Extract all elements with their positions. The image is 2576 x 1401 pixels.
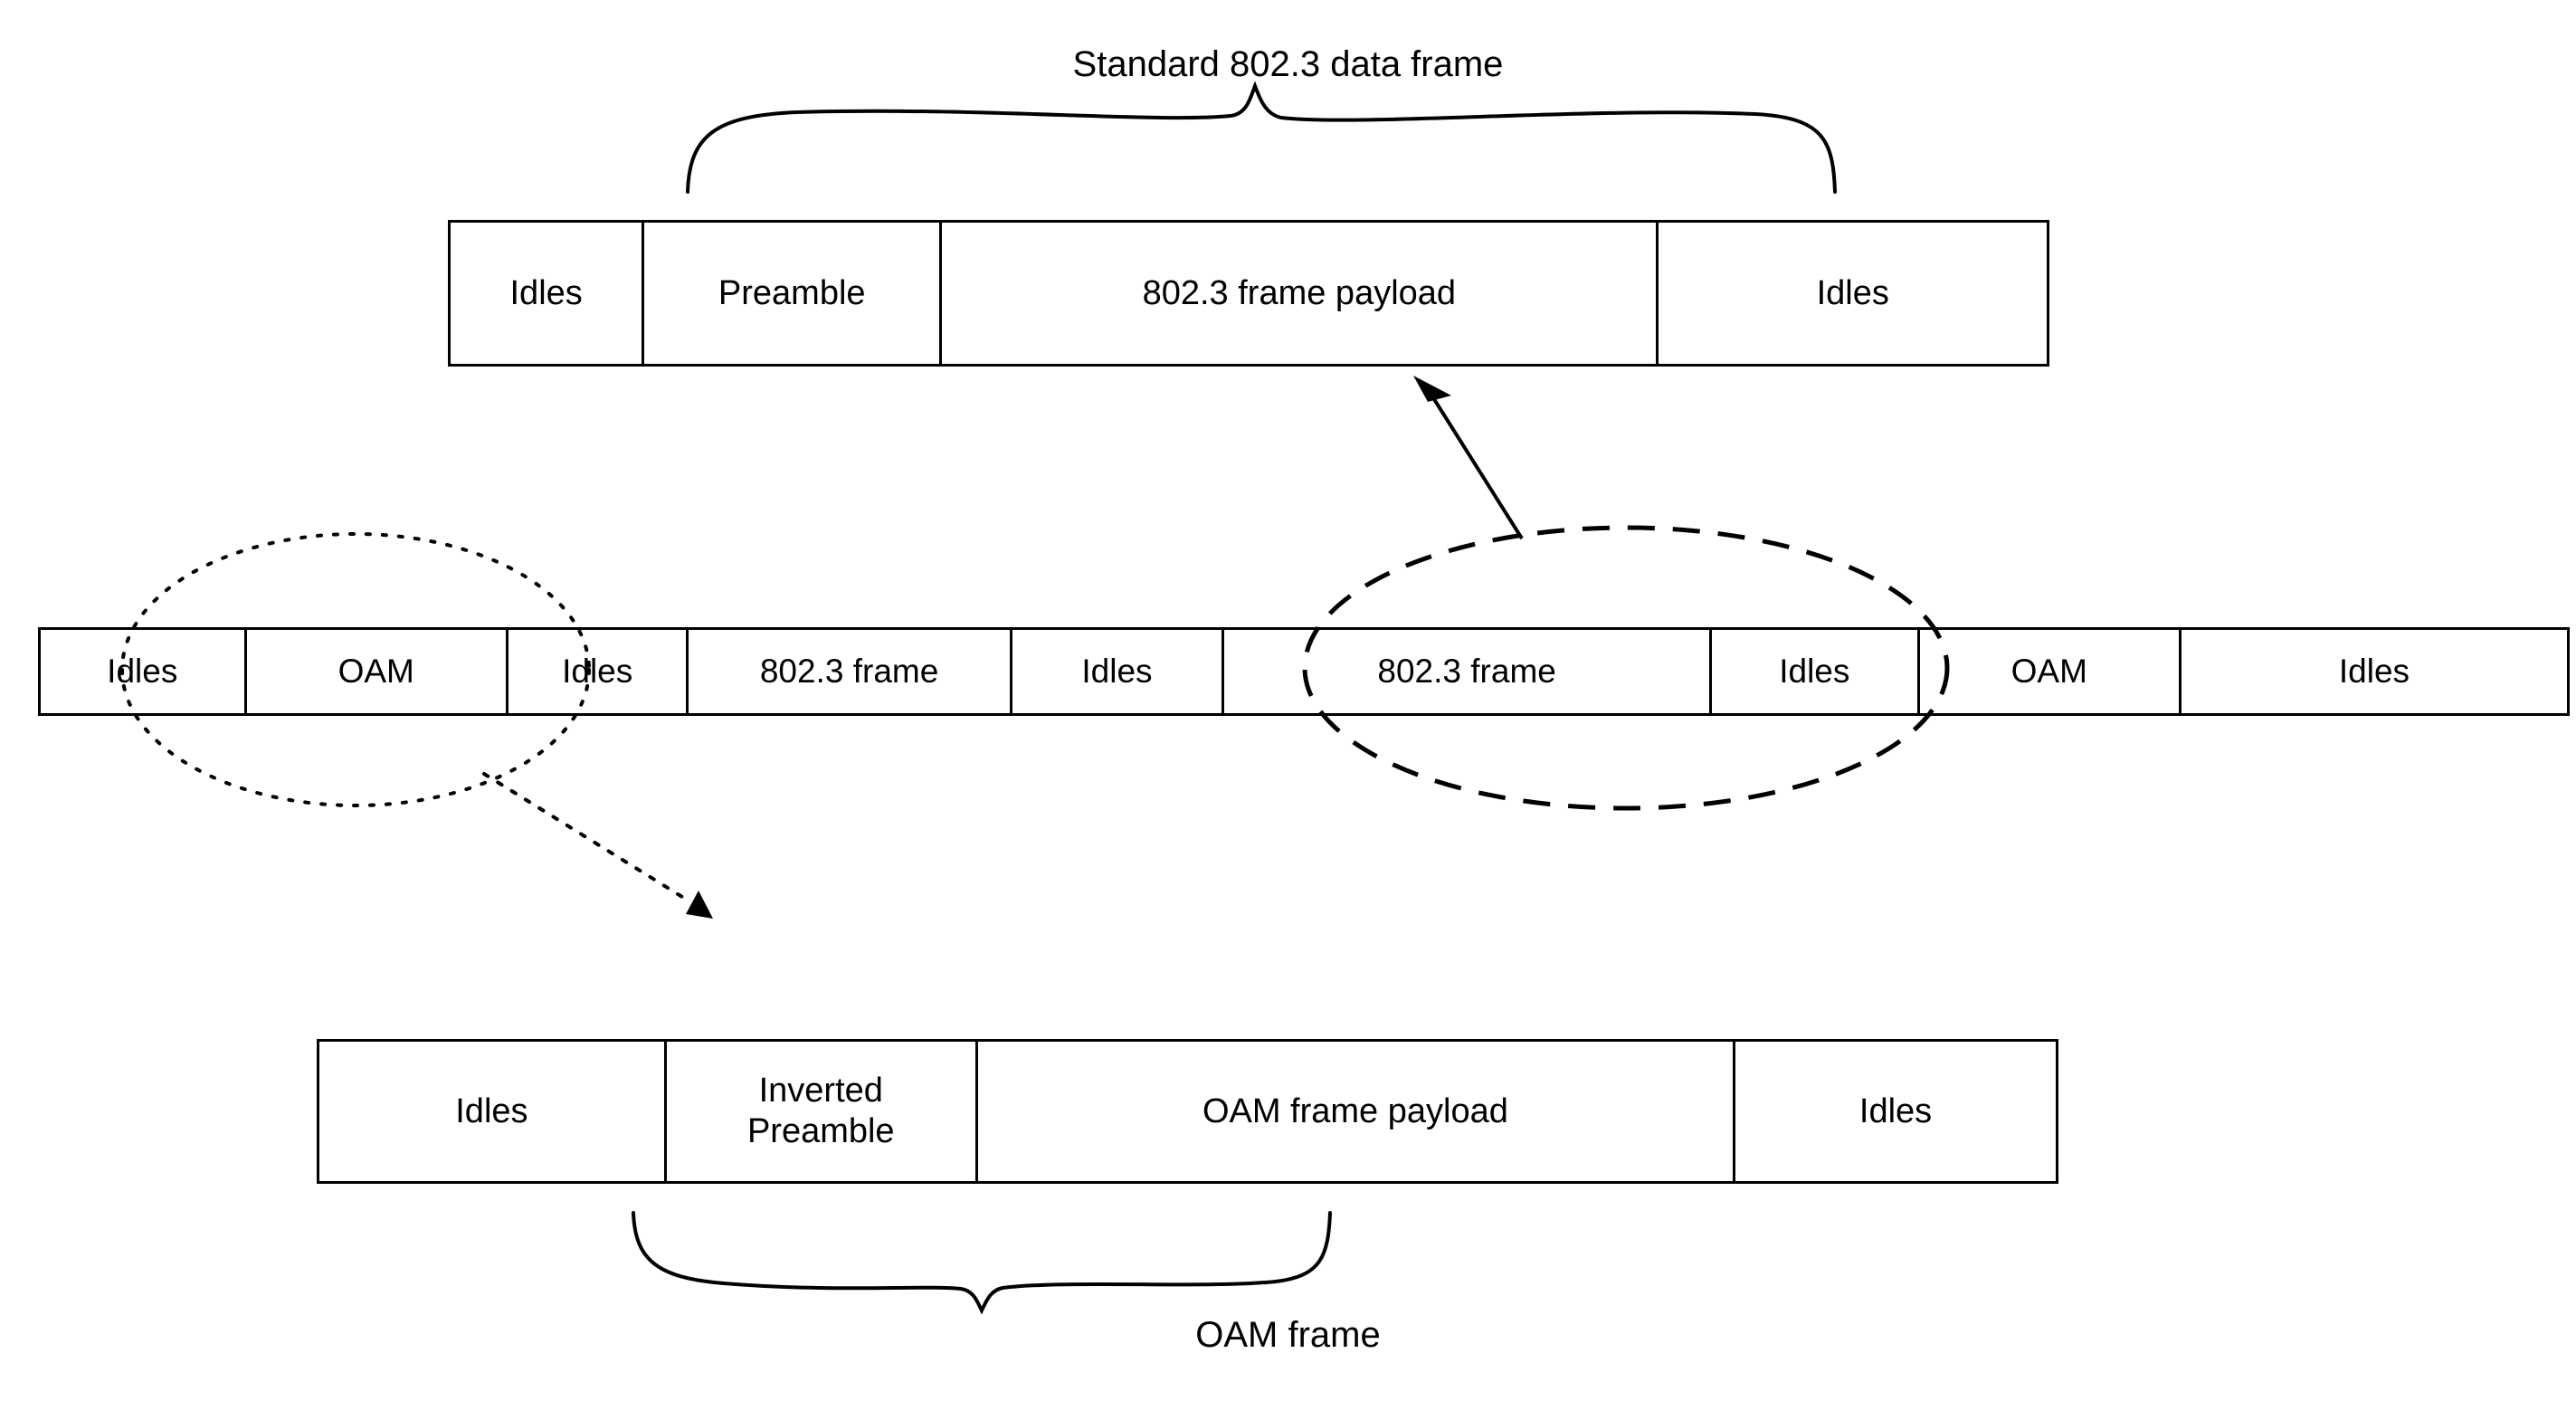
stream-cell-idles-5: Idles <box>2338 653 2410 691</box>
bottom-frame-cell-inverted-preamble: Inverted Preamble <box>667 1042 978 1181</box>
stream-cell-oam-2: OAM <box>1920 630 2182 713</box>
bottom-frame-cell-oam-payload: OAM frame payload <box>978 1042 1736 1181</box>
top-brace-label: Standard 802.3 data frame <box>1072 44 1504 84</box>
stream-cell-idles-3: Idles <box>1012 630 1225 713</box>
stream-cell-idles-2: Idles <box>509 630 689 713</box>
stream-cell-idles-4: Idles <box>1712 630 1920 713</box>
oam-frame-detail-row: Idles Inverted Preamble OAM frame payloa… <box>317 1039 2058 1184</box>
data-frame-expand-arrowhead <box>1413 376 1451 402</box>
bottom-frame-cell-idles-right: Idles <box>1858 1091 1933 1130</box>
top-frame-cell-idles-right: Idles <box>1816 273 1889 312</box>
top-frame-cell-idles-left: Idles <box>451 223 645 364</box>
bottom-curly-brace <box>632 1211 1332 1315</box>
top-curly-brace <box>686 81 1837 194</box>
oam-frame-expand-arrowhead <box>686 891 713 919</box>
stream-cell-data-frame-1: 802.3 frame <box>689 630 1012 713</box>
patent-diagram-canvas: Standard 802.3 data frame Idles Preamble… <box>0 0 2576 1401</box>
stream-cell-data-frame-2: 802.3 frame <box>1224 630 1713 713</box>
bottom-frame-cell-idles-left: Idles <box>319 1042 667 1181</box>
oam-frame-expand-arrow-line <box>482 772 691 903</box>
mixed-stream-row: Idles OAM Idles 802.3 frame Idles 802.3 … <box>38 627 2570 716</box>
standard-802-3-data-frame-row: Idles Preamble 802.3 frame payload Idles <box>448 220 2049 367</box>
stream-cell-oam-1: OAM <box>247 630 509 713</box>
stream-cell-idles-1: Idles <box>41 630 247 713</box>
top-frame-cell-payload: 802.3 frame payload <box>942 223 1659 364</box>
top-frame-cell-preamble: Preamble <box>644 223 943 364</box>
bottom-brace-label: OAM frame <box>1195 1315 1381 1355</box>
data-frame-expand-arrow-line <box>1426 387 1524 540</box>
